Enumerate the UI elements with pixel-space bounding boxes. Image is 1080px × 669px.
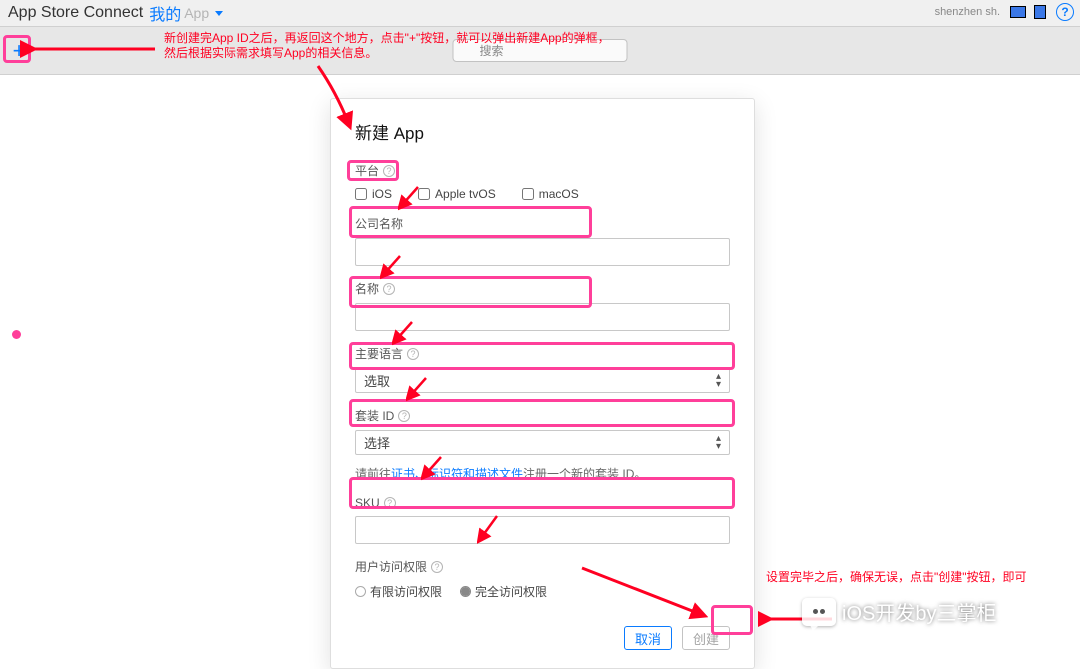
settings-icon[interactable]	[1034, 5, 1046, 19]
chevron-updown-icon: ▴▾	[716, 435, 721, 451]
lang-label: 主要语言?	[355, 345, 730, 362]
help-icon[interactable]: ?	[398, 410, 410, 422]
bundle-hint: 请前往证书、标识符和描述文件注册一个新的套装 ID。	[355, 465, 730, 482]
bundle-select[interactable]: 选择 ▴▾	[355, 430, 730, 455]
help-icon[interactable]: ?	[383, 165, 395, 177]
access-radios: 有限访问权限 完全访问权限	[355, 583, 730, 600]
app-dropdown-caret[interactable]	[215, 11, 223, 16]
bundle-label: 套装 ID?	[355, 407, 730, 424]
help-icon[interactable]: ?	[431, 561, 443, 573]
app-header: App Store Connect 我的 App shenzhen sh. ?	[0, 0, 1080, 27]
annotation-dot	[12, 330, 21, 339]
app-label[interactable]: App	[184, 5, 209, 21]
company-label: 公司名称	[355, 215, 730, 232]
user-name[interactable]: shenzhen sh.	[935, 6, 1000, 18]
platform-checks: iOS Apple tvOS macOS	[355, 187, 730, 201]
checkbox-tvos[interactable]: Apple tvOS	[418, 187, 496, 201]
cancel-button[interactable]: 取消	[624, 626, 672, 650]
app-title: App Store Connect	[8, 4, 143, 22]
platform-label: 平台?	[355, 162, 730, 179]
access-label: 用户访问权限?	[355, 558, 730, 575]
wechat-icon	[802, 598, 836, 626]
help-icon[interactable]: ?	[1056, 3, 1074, 21]
top-icons	[1010, 5, 1046, 19]
help-icon[interactable]: ?	[383, 283, 395, 295]
annotation-text-top: 新创建完App ID之后，再返回这个地方，点击"+"按钮，就可以弹出新建App的…	[164, 31, 610, 61]
company-input[interactable]	[355, 238, 730, 266]
certificates-link[interactable]: 证书、标识符和描述文件	[391, 467, 523, 481]
new-app-modal: 新建 App 平台? iOS Apple tvOS macOS 公司名称 名称?…	[330, 98, 755, 669]
add-app-button[interactable]: +	[4, 36, 34, 66]
lang-select[interactable]: 选取 ▴▾	[355, 368, 730, 393]
sku-label: SKU?	[355, 496, 730, 510]
radio-limited-access[interactable]: 有限访问权限	[355, 583, 442, 600]
my-label[interactable]: 我的	[149, 1, 181, 25]
name-input[interactable]	[355, 303, 730, 331]
sku-input[interactable]	[355, 516, 730, 544]
help-icon[interactable]: ?	[407, 348, 419, 360]
watermark-text: iOS开发by三掌柜	[842, 597, 996, 626]
create-button[interactable]: 创建	[682, 626, 730, 650]
checkbox-ios[interactable]: iOS	[355, 187, 392, 201]
checkbox-macos[interactable]: macOS	[522, 187, 579, 201]
chevron-updown-icon: ▴▾	[716, 373, 721, 389]
watermark: iOS开发by三掌柜	[802, 597, 996, 626]
name-label: 名称?	[355, 280, 730, 297]
annotation-text-bottom: 设置完毕之后，确保无误，点击"创建"按钮，即可	[766, 568, 1027, 585]
modal-title: 新建 App	[355, 119, 730, 144]
account-icon[interactable]	[1010, 6, 1026, 18]
help-icon[interactable]: ?	[384, 497, 396, 509]
radio-full-access[interactable]: 完全访问权限	[460, 583, 547, 600]
